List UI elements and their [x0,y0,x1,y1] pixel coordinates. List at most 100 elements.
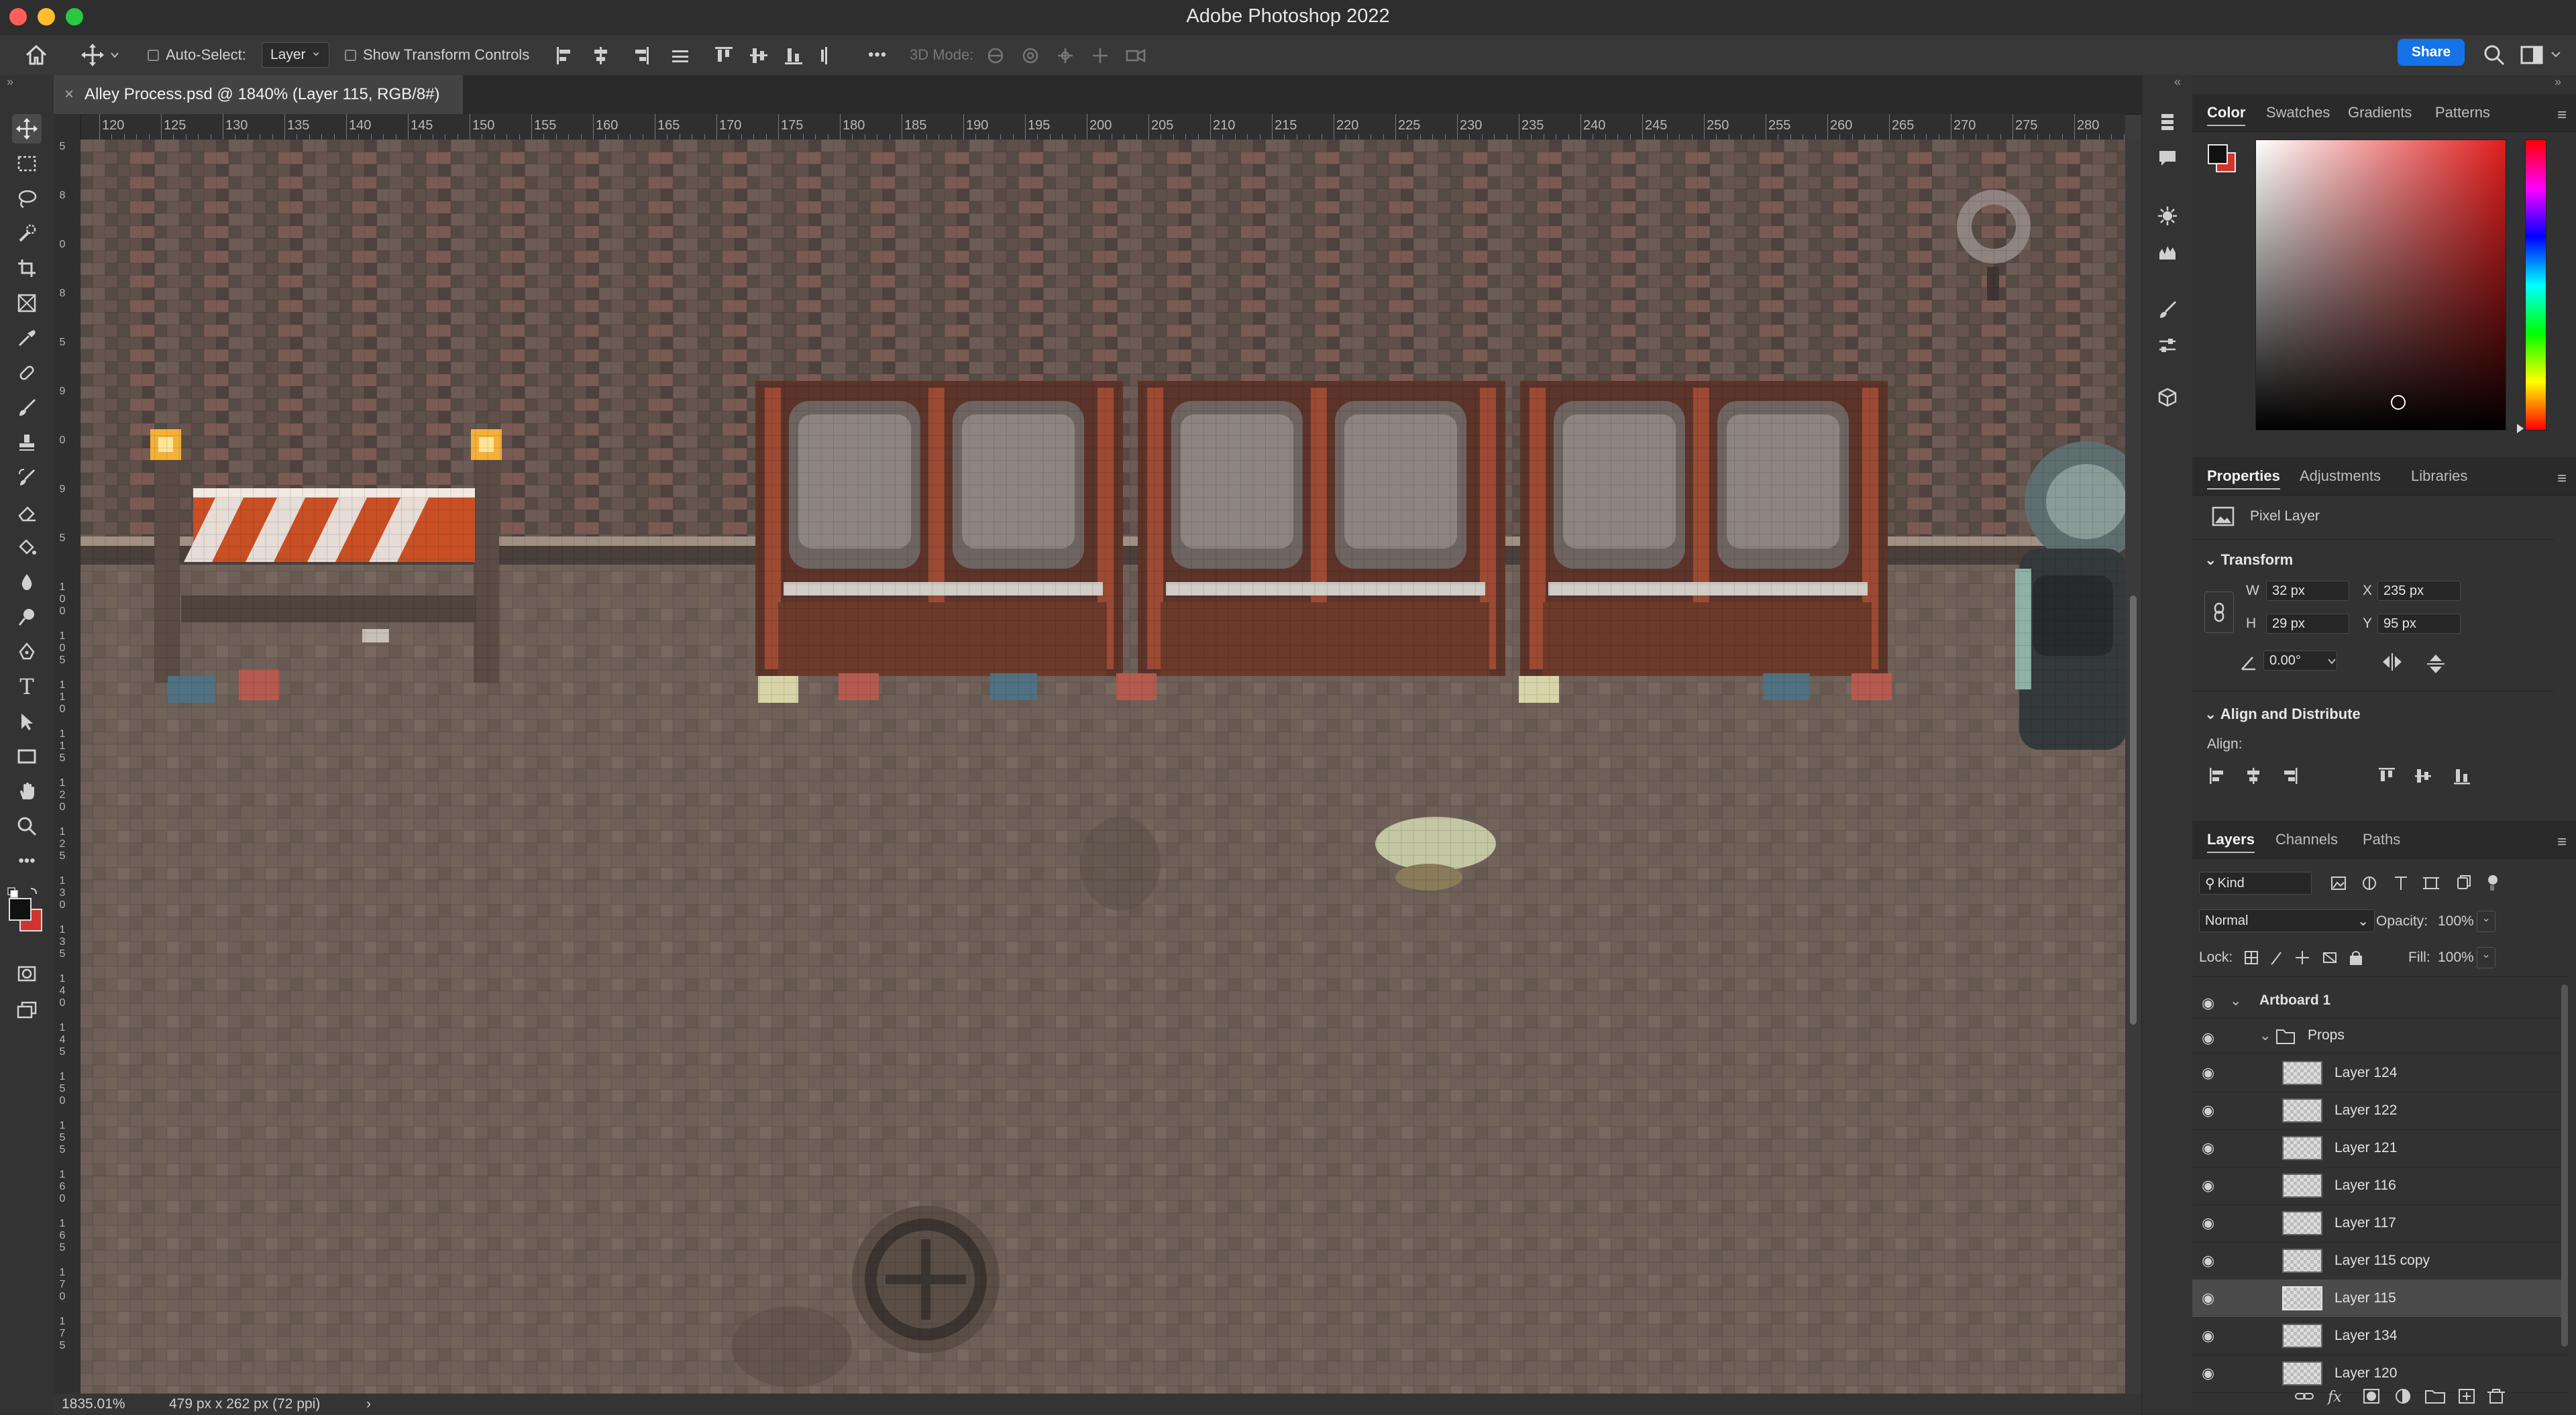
color-swatches[interactable] [7,887,47,933]
layer-row[interactable]: ◉ Layer 115 copy [2192,1242,2568,1280]
layer-row[interactable]: ◉ Layer 116 [2192,1167,2568,1205]
tab-channels[interactable]: Channels [2275,821,2338,858]
layer-thumbnail[interactable] [2282,1324,2322,1348]
tab-adjustments[interactable]: Adjustments [2300,457,2381,495]
layers-panel-menu-icon[interactable]: ≡ [2557,833,2567,852]
history-brush-tool[interactable] [12,463,42,492]
comments-panel-button[interactable] [2154,145,2181,172]
tab-layers[interactable]: Layers [2207,821,2255,858]
auto-select-select[interactable]: Layer [262,42,329,68]
chevron-down-icon[interactable]: ⌄ [2259,1027,2271,1044]
layer-thumbnail[interactable] [2282,1249,2322,1273]
tab-libraries[interactable]: Libraries [2411,457,2467,495]
fill-dropdown[interactable]: ⌄ [2477,947,2496,968]
link-dimensions-button[interactable] [2204,591,2234,633]
more-options-button[interactable]: ••• [868,35,887,75]
layer-filter-icons[interactable] [2329,873,2544,893]
layer-thumbnail[interactable] [2282,1361,2322,1385]
zoom-tool[interactable] [12,811,42,841]
learn-panel-button[interactable] [2154,203,2181,229]
visibility-eye-icon[interactable]: ◉ [2202,995,2218,1011]
opacity-dropdown[interactable]: ⌄ [2477,911,2496,932]
brush-tool[interactable] [12,393,42,422]
show-transform-controls-checkbox[interactable]: Show Transform Controls [345,35,529,75]
vertical-scrollbar[interactable] [2125,139,2141,1394]
lock-options[interactable] [2243,948,2371,967]
layer-row-group[interactable]: ◉ ⌄ Props [2192,1019,2568,1054]
quick-selection-tool[interactable] [12,219,42,248]
rectangle-tool[interactable] [12,742,42,771]
opacity-value[interactable]: 100% [2438,913,2474,929]
layer-filter-kind-select[interactable]: ⚲ Kind [2199,872,2312,895]
visibility-eye-icon[interactable]: ◉ [2202,1102,2218,1119]
history-panel-button[interactable] [2154,109,2181,135]
document-tab[interactable]: × Alley Process.psd @ 1840% (Layer 115, … [54,75,463,114]
healing-brush-tool[interactable] [12,358,42,388]
layer-thumbnail[interactable] [2282,1174,2322,1198]
layer-row[interactable]: ◉ Layer 117 [2192,1204,2568,1243]
crop-tool[interactable] [12,253,42,283]
flip-vertical-icon[interactable] [2426,652,2446,676]
blur-tool[interactable] [12,567,42,597]
layer-row[interactable]: ◉ Layer 115 [2192,1280,2568,1318]
layer-row[interactable]: ◉ Layer 124 [2192,1054,2568,1092]
layer-thumbnail[interactable] [2282,1136,2322,1160]
dodge-tool[interactable] [12,602,42,632]
layers-scrollbar[interactable] [2561,984,2568,1347]
vertical-ruler[interactable]: 5 8 0 8 5 9 0 9 5 1 0 0 1 0 5 1 1 0 1 1 5 1 2 0 1 2 5 1… [54,114,81,1394]
transform-section-header[interactable]: ⌄ Transform [2204,551,2293,569]
layer-thumbnail[interactable] [2282,1211,2322,1235]
auto-select-checkbox[interactable]: Auto-Select: [148,35,246,75]
screen-mode-button[interactable] [12,995,42,1025]
histogram-panel-button[interactable] [2154,239,2181,266]
collapse-toolbar-icon[interactable]: » [7,75,13,89]
width-field[interactable]: 32 px [2266,581,2349,601]
layer-thumbnail[interactable] [2282,1061,2322,1085]
tab-color[interactable]: Color [2207,94,2246,131]
layer-row[interactable]: ◉ Layer 134 [2192,1317,2568,1355]
eraser-tool[interactable] [12,498,42,527]
flip-horizontal-icon[interactable] [2380,652,2404,672]
pen-tool[interactable] [12,637,42,667]
home-button[interactable] [23,35,50,75]
search-icon[interactable] [2482,43,2506,67]
height-field[interactable]: 29 px [2266,614,2349,634]
status-more-button[interactable]: › [366,1396,371,1412]
blend-mode-select[interactable]: Normal ⌄ [2199,909,2375,932]
lasso-tool[interactable] [12,184,42,213]
align-buttons[interactable] [2207,766,2489,786]
move-tool-preset[interactable] [79,35,122,75]
visibility-eye-icon[interactable]: ◉ [2202,1365,2218,1381]
tab-swatches[interactable]: Swatches [2266,94,2330,131]
align-distribute-section-header[interactable]: ⌄ Align and Distribute [2204,705,2361,723]
color-field[interactable] [2255,139,2506,431]
horizontal-ruler[interactable]: 120 125 130 135 140 145 150 155 160 165 170 175 180 1… [80,114,2125,140]
clone-stamp-tool[interactable] [12,428,42,457]
collapse-panels-icon[interactable]: » [2555,75,2561,89]
fill-value[interactable]: 100% [2438,950,2474,966]
hue-slider-marker[interactable] [2517,424,2524,433]
layer-thumbnail[interactable] [2282,1286,2322,1310]
layer-row-artboard[interactable]: ◉ ⌄ Artboard 1 [2192,984,2568,1019]
3d-panel-button[interactable] [2154,384,2181,410]
tab-paths[interactable]: Paths [2363,821,2400,858]
color-picker-handle[interactable] [2391,395,2406,410]
close-tab-icon[interactable]: × [54,85,85,104]
fg-bg-color-swatch[interactable] [2206,142,2238,174]
hue-slider[interactable] [2525,139,2546,431]
visibility-eye-icon[interactable]: ◉ [2202,1065,2218,1081]
chevron-down-icon[interactable]: ⌄ [2230,993,2242,1009]
auto-select-dropdown[interactable]: Layer [262,35,329,75]
path-selection-tool[interactable] [12,707,42,736]
marquee-tool[interactable] [12,149,42,178]
color-panel-menu-icon[interactable]: ≡ [2557,106,2567,125]
move-tool[interactable] [12,114,42,144]
collapse-dock-icon[interactable]: « [2174,75,2181,89]
quick-mask-button[interactable] [12,959,42,988]
type-tool[interactable]: T [12,672,42,701]
eyedropper-tool[interactable] [12,323,42,353]
angle-dropdown-icon[interactable] [2326,656,2337,667]
visibility-eye-icon[interactable]: ◉ [2202,1140,2218,1156]
visibility-eye-icon[interactable]: ◉ [2202,1215,2218,1231]
y-position-field[interactable]: 95 px [2377,614,2461,634]
